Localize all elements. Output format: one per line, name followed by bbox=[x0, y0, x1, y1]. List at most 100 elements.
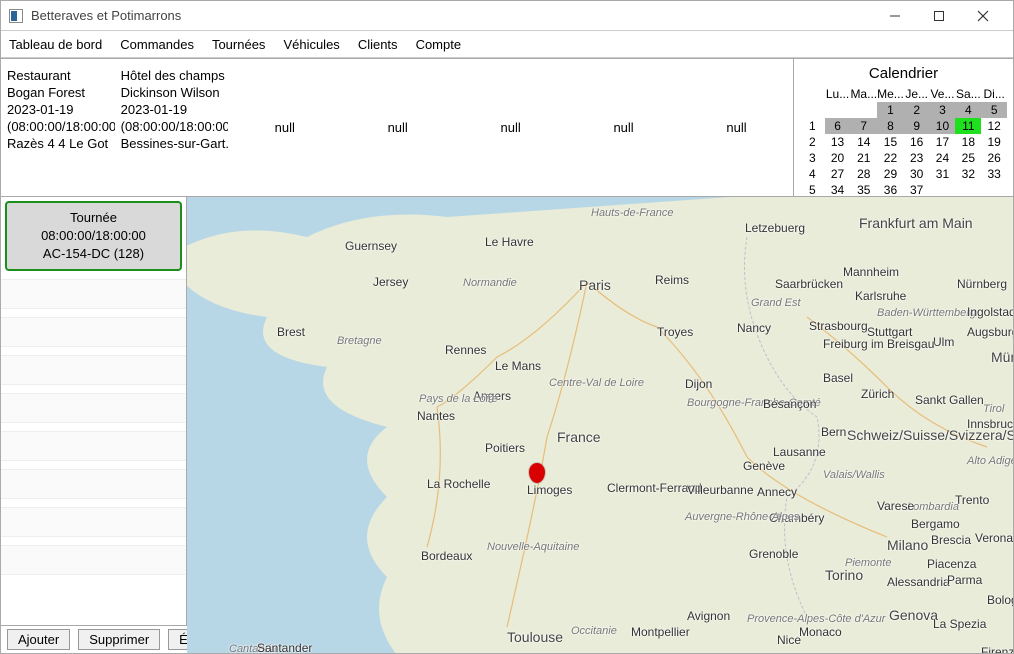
route-slot-empty[interactable] bbox=[1, 393, 186, 423]
map-label: Valais/Wallis bbox=[823, 469, 885, 481]
route-slot-empty[interactable] bbox=[1, 431, 186, 461]
menu-tableau-de-bord[interactable]: Tableau de bord bbox=[9, 37, 102, 52]
menu-vehicules[interactable]: Véhicules bbox=[283, 37, 339, 52]
calendar-day[interactable]: 13 bbox=[825, 134, 851, 150]
route-slot-empty[interactable] bbox=[1, 507, 186, 537]
calendar-day[interactable]: 25 bbox=[955, 150, 981, 166]
calendar-day[interactable]: 23 bbox=[904, 150, 930, 166]
map-label: Le Havre bbox=[485, 235, 534, 249]
maximize-button[interactable] bbox=[917, 2, 961, 30]
calendar-day[interactable]: 16 bbox=[904, 134, 930, 150]
calendar-day[interactable]: 4 bbox=[955, 102, 981, 118]
calendar-day[interactable]: 12 bbox=[981, 118, 1007, 134]
map-label: Nouvelle-Aquitaine bbox=[487, 541, 579, 553]
menu-tournees[interactable]: Tournées bbox=[212, 37, 265, 52]
map-label: Torino bbox=[825, 567, 863, 583]
calendar-day[interactable]: 3 bbox=[930, 102, 956, 118]
calendar-day[interactable]: 19 bbox=[981, 134, 1007, 150]
calendar-day-header: Me... bbox=[877, 86, 904, 102]
calendar-day[interactable]: 34 bbox=[825, 182, 851, 198]
order-card-empty[interactable]: null bbox=[454, 59, 567, 196]
calendar-day[interactable]: 20 bbox=[825, 150, 851, 166]
calendar-day[interactable]: 27 bbox=[825, 166, 851, 182]
map-label: Annecy bbox=[757, 485, 797, 499]
calendar-day[interactable]: 14 bbox=[850, 134, 877, 150]
route-slot-empty[interactable] bbox=[1, 545, 186, 575]
map-label: Strasbourg bbox=[809, 319, 868, 333]
calendar-day-header: Di... bbox=[981, 86, 1007, 102]
calendar-day bbox=[850, 102, 877, 118]
map-label: Reims bbox=[655, 273, 689, 287]
calendar-day[interactable]: 7 bbox=[850, 118, 877, 134]
calendar-day[interactable]: 22 bbox=[877, 150, 904, 166]
calendar-week-num: 5 bbox=[800, 182, 825, 198]
delete-button[interactable]: Supprimer bbox=[78, 629, 160, 650]
route-slot-empty[interactable] bbox=[1, 355, 186, 385]
calendar-day bbox=[930, 182, 956, 198]
calendar-day[interactable]: 26 bbox=[981, 150, 1007, 166]
calendar-day[interactable]: 6 bbox=[825, 118, 851, 134]
map-label: Guernsey bbox=[345, 239, 397, 253]
map-label: Ulm bbox=[933, 335, 954, 349]
route-slot-empty[interactable] bbox=[1, 469, 186, 499]
calendar-day[interactable]: 2 bbox=[904, 102, 930, 118]
order-card-empty[interactable]: null bbox=[228, 59, 341, 196]
calendar-day[interactable]: 35 bbox=[850, 182, 877, 198]
order-card-empty[interactable]: null bbox=[567, 59, 680, 196]
route-slot-empty[interactable] bbox=[1, 317, 186, 347]
order-card[interactable]: Restaurant Bogan Forest 2023-01-19 (08:0… bbox=[1, 59, 115, 196]
calendar-week-num: 1 bbox=[800, 118, 825, 134]
minimize-button[interactable] bbox=[873, 2, 917, 30]
card-line: 2023-01-19 bbox=[121, 101, 223, 118]
calendar-day bbox=[955, 182, 981, 198]
card-line: Dickinson Wilson bbox=[121, 84, 223, 101]
order-card[interactable]: Hôtel des champs Dickinson Wilson 2023-0… bbox=[115, 59, 229, 196]
calendar-day[interactable]: 33 bbox=[981, 166, 1007, 182]
calendar-day-header: Ma... bbox=[850, 86, 877, 102]
calendar-grid[interactable]: Lu...Ma...Me...Je...Ve...Sa...Di...12345… bbox=[800, 86, 1007, 214]
calendar-day-header: Je... bbox=[904, 86, 930, 102]
map-label: Mannheim bbox=[843, 265, 899, 279]
calendar-day[interactable]: 21 bbox=[850, 150, 877, 166]
calendar-day[interactable]: 30 bbox=[904, 166, 930, 182]
calendar-day[interactable]: 1 bbox=[877, 102, 904, 118]
menu-clients[interactable]: Clients bbox=[358, 37, 398, 52]
map-label: Auvergne-Rhône-Alpes bbox=[685, 511, 799, 523]
calendar-day[interactable]: 36 bbox=[877, 182, 904, 198]
calendar-day[interactable]: 28 bbox=[850, 166, 877, 182]
map-label: Trento bbox=[955, 493, 989, 507]
calendar-day[interactable]: 31 bbox=[930, 166, 956, 182]
order-card-empty[interactable]: null bbox=[341, 59, 454, 196]
calendar-day[interactable]: 9 bbox=[904, 118, 930, 134]
menu-commandes[interactable]: Commandes bbox=[120, 37, 194, 52]
map-label: Paris bbox=[579, 277, 611, 293]
map-label: Troyes bbox=[657, 325, 693, 339]
route-card-selected[interactable]: Tournée 08:00:00/18:00:00 AC-154-DC (128… bbox=[5, 201, 182, 271]
card-line: (08:00:00/18:00:00) bbox=[121, 118, 223, 135]
calendar-day[interactable]: 24 bbox=[930, 150, 956, 166]
map-label: Centre-Val de Loire bbox=[549, 377, 644, 389]
calendar-day[interactable]: 32 bbox=[955, 166, 981, 182]
map-label: Limoges bbox=[527, 483, 572, 497]
route-slot-empty[interactable] bbox=[1, 279, 186, 309]
calendar-day bbox=[825, 102, 851, 118]
calendar-day[interactable]: 11 bbox=[955, 118, 981, 134]
calendar-day[interactable]: 15 bbox=[877, 134, 904, 150]
map[interactable]: GuernseyJerseyLe HavreNormandieHauts-de-… bbox=[187, 197, 1013, 653]
menu-compte[interactable]: Compte bbox=[416, 37, 462, 52]
calendar-day[interactable]: 10 bbox=[930, 118, 956, 134]
map-label: Sankt Gallen bbox=[915, 393, 984, 407]
map-label: Nancy bbox=[737, 321, 771, 335]
close-button[interactable] bbox=[961, 2, 1005, 30]
order-card-empty[interactable]: null bbox=[680, 59, 793, 196]
calendar-day[interactable]: 5 bbox=[981, 102, 1007, 118]
map-label: Hauts-de-France bbox=[591, 207, 674, 219]
map-label: Grenoble bbox=[749, 547, 798, 561]
calendar-day[interactable]: 17 bbox=[930, 134, 956, 150]
calendar-day[interactable]: 29 bbox=[877, 166, 904, 182]
calendar-day[interactable]: 8 bbox=[877, 118, 904, 134]
routes-footer: Ajouter Supprimer Éditer bbox=[1, 625, 187, 653]
calendar-day[interactable]: 37 bbox=[904, 182, 930, 198]
add-button[interactable]: Ajouter bbox=[7, 629, 70, 650]
calendar-day[interactable]: 18 bbox=[955, 134, 981, 150]
